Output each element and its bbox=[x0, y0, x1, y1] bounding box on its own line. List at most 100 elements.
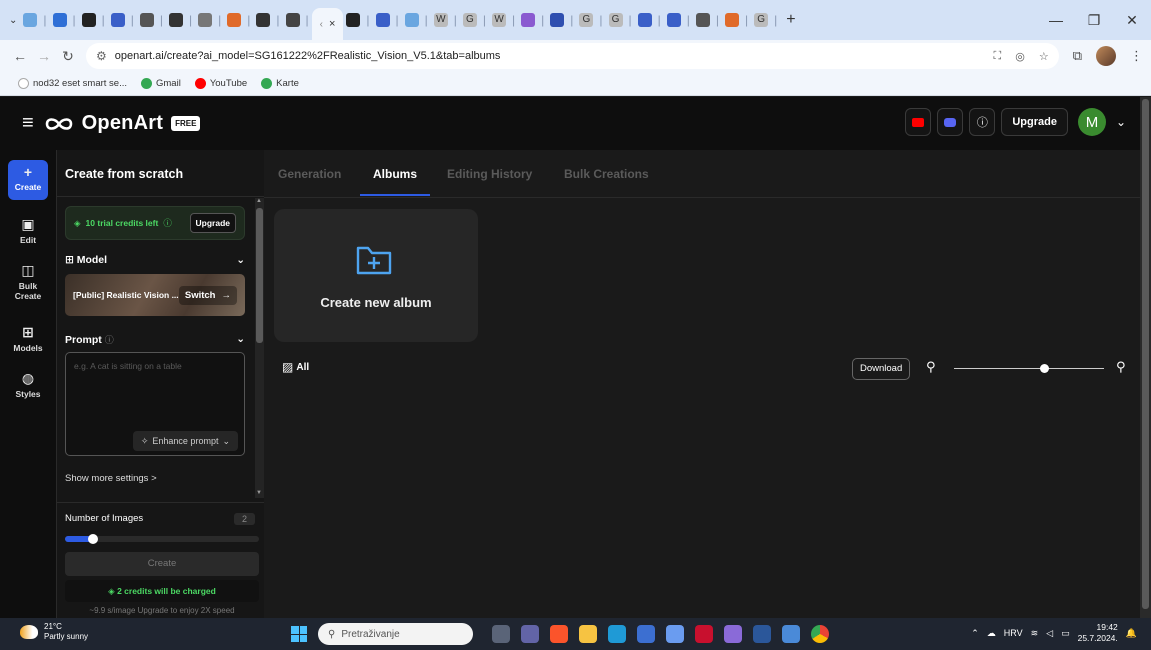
edge-icon[interactable] bbox=[608, 625, 626, 643]
prompt-section-header[interactable]: Prompt ⓘ ⌄ bbox=[65, 333, 245, 346]
tab-mini-left-9[interactable]: | bbox=[283, 7, 312, 33]
tab-active-openart[interactable]: ‹ × bbox=[311, 8, 344, 40]
rail-item-bulk-create[interactable]: ◫ Bulk Create bbox=[8, 262, 48, 301]
back-icon[interactable]: ← bbox=[8, 48, 32, 64]
rail-item-edit[interactable]: ▣ Edit bbox=[8, 216, 48, 245]
num-images-slider[interactable] bbox=[65, 534, 259, 544]
panel-scrollbar[interactable]: ▲ ▼ bbox=[255, 198, 264, 498]
tab-mini-right-11[interactable]: | bbox=[664, 7, 693, 33]
profile-avatar[interactable] bbox=[1096, 46, 1116, 66]
tab-mini-left-5[interactable]: | bbox=[166, 7, 195, 33]
tab-mini-right-0[interactable]: | bbox=[343, 7, 372, 33]
taskbar-search[interactable]: ⚲ Pretraživanje bbox=[318, 623, 473, 645]
tab-bulk-creations[interactable]: Bulk Creations bbox=[564, 167, 649, 181]
create-button[interactable]: Create bbox=[65, 552, 259, 576]
tab-mini-left-7[interactable]: | bbox=[224, 7, 253, 33]
word-icon[interactable] bbox=[753, 625, 771, 643]
tab-mini-right-1[interactable]: | bbox=[373, 7, 402, 33]
store-icon[interactable] bbox=[637, 625, 655, 643]
num-images-value[interactable]: 2 bbox=[233, 513, 255, 525]
tab-mini-right-3[interactable]: W | bbox=[431, 7, 460, 33]
switch-model-button[interactable]: Switch → bbox=[178, 285, 237, 305]
notification-bell-icon[interactable]: 🔔 bbox=[1126, 628, 1137, 639]
tab-mini-right-13[interactable]: | bbox=[722, 7, 751, 33]
credits-upgrade-button[interactable]: Upgrade bbox=[189, 213, 236, 233]
chat-app-icon[interactable] bbox=[724, 625, 742, 643]
prompt-input[interactable] bbox=[66, 353, 244, 423]
volume-icon[interactable]: ◁ bbox=[1046, 628, 1053, 639]
bookmark-item[interactable]: Karte bbox=[261, 78, 299, 89]
album-filter-all[interactable]: ▨ All bbox=[282, 360, 309, 374]
tab-mini-left-0[interactable]: | bbox=[20, 7, 49, 33]
bookmark-item[interactable]: Gmail bbox=[141, 78, 181, 89]
language-indicator[interactable]: HRV bbox=[1004, 628, 1023, 638]
site-settings-icon[interactable]: ⚙ bbox=[96, 49, 107, 63]
info-icon[interactable]: ⓘ bbox=[105, 335, 114, 345]
zoom-in-icon[interactable]: ⚲ bbox=[1116, 359, 1126, 375]
battery-icon[interactable]: ▭ bbox=[1061, 628, 1070, 639]
page-scrollbar[interactable] bbox=[1140, 97, 1151, 618]
tab-mini-right-12[interactable]: | bbox=[693, 7, 722, 33]
zoom-out-icon[interactable]: ⚲ bbox=[926, 359, 936, 375]
close-window-icon[interactable]: ✕ bbox=[1113, 12, 1151, 29]
brand-name[interactable]: OpenArt bbox=[82, 112, 163, 135]
discord-button[interactable] bbox=[937, 108, 964, 136]
model-section-header[interactable]: ⊞ Model ⌄ bbox=[65, 254, 245, 266]
hamburger-menu-icon[interactable]: ≡ bbox=[22, 112, 34, 135]
rail-item-models[interactable]: ⊞ Models bbox=[8, 324, 48, 353]
tab-albums[interactable]: Albums bbox=[373, 167, 417, 181]
minimize-icon[interactable]: — bbox=[1037, 12, 1075, 28]
model-card[interactable]: [Public] Realistic Vision ... Switch → bbox=[65, 274, 245, 316]
tab-mini-right-5[interactable]: W | bbox=[489, 7, 518, 33]
bookmark-item[interactable]: nod32 eset smart se... bbox=[18, 78, 127, 89]
weather-widget[interactable]: 21°C Partly sunny bbox=[20, 622, 88, 642]
tab-mini-right-7[interactable]: | bbox=[547, 7, 576, 33]
bookmark-item[interactable]: YouTube bbox=[194, 78, 247, 89]
app-icon[interactable] bbox=[666, 625, 684, 643]
tab-mini-left-1[interactable]: | bbox=[50, 7, 79, 33]
rail-item-create[interactable]: + Create bbox=[8, 160, 48, 200]
zoom-slider[interactable] bbox=[954, 364, 1104, 373]
rail-item-styles[interactable]: ◍ Styles bbox=[8, 370, 48, 399]
brave-icon[interactable] bbox=[550, 625, 568, 643]
menu-kebab-icon[interactable]: ⋮ bbox=[1130, 48, 1143, 64]
restore-icon[interactable]: ❐ bbox=[1075, 12, 1113, 29]
reload-icon[interactable]: ↻ bbox=[56, 48, 80, 65]
tab-mini-right-6[interactable]: | bbox=[518, 7, 547, 33]
tab-search-dropdown[interactable]: ⌄ bbox=[6, 7, 20, 33]
tab-mini-right-10[interactable]: | bbox=[635, 7, 664, 33]
tab-mini-left-2[interactable]: | bbox=[79, 7, 108, 33]
download-button[interactable]: Download bbox=[852, 358, 911, 380]
slider-handle[interactable] bbox=[88, 534, 99, 544]
zoom-slider-handle[interactable] bbox=[1040, 364, 1049, 373]
tab-mini-right-2[interactable]: | bbox=[402, 7, 431, 33]
chevron-down-icon[interactable]: ⌄ bbox=[1116, 115, 1126, 129]
enhance-prompt-button[interactable]: ✧ Enhance prompt ⌄ bbox=[132, 431, 238, 451]
tab-mini-left-8[interactable]: | bbox=[253, 7, 282, 33]
tab-mini-right-8[interactable]: G | bbox=[576, 7, 605, 33]
tab-mini-left-4[interactable]: | bbox=[137, 7, 166, 33]
notepad-icon[interactable] bbox=[782, 625, 800, 643]
hide-icon[interactable]: ◎ bbox=[1015, 50, 1025, 63]
help-button[interactable]: ⓘ bbox=[969, 108, 996, 136]
tab-mini-right-14[interactable]: G | bbox=[751, 7, 780, 33]
windows-start-icon[interactable] bbox=[291, 626, 307, 642]
help-icon[interactable]: ⓘ bbox=[163, 217, 172, 229]
onedrive-icon[interactable]: ☁ bbox=[987, 628, 996, 639]
url-input[interactable]: ⚙ openart.ai/create?ai_model=SG161222%2F… bbox=[86, 43, 1059, 69]
tab-generation[interactable]: Generation bbox=[278, 167, 341, 181]
wifi-icon[interactable]: ≋ bbox=[1031, 628, 1039, 639]
tab-editing-history[interactable]: Editing History bbox=[447, 167, 532, 181]
forward-icon[interactable]: → bbox=[32, 48, 56, 64]
tab-mini-left-6[interactable]: | bbox=[195, 7, 224, 33]
tab-mini-right-4[interactable]: G | bbox=[460, 7, 489, 33]
chevron-down-icon[interactable]: ⌄ bbox=[236, 254, 245, 266]
new-tab-button[interactable]: + bbox=[786, 11, 795, 29]
mcafee-icon[interactable] bbox=[695, 625, 713, 643]
teams-icon[interactable] bbox=[521, 625, 539, 643]
upgrade-button[interactable]: Upgrade bbox=[1001, 108, 1068, 136]
show-more-settings-link[interactable]: Show more settings > bbox=[65, 473, 157, 484]
task-view-icon[interactable] bbox=[492, 625, 510, 643]
translate-icon[interactable]: ⛶ bbox=[994, 50, 1002, 63]
bookmark-star-icon[interactable]: ☆ bbox=[1039, 50, 1049, 63]
